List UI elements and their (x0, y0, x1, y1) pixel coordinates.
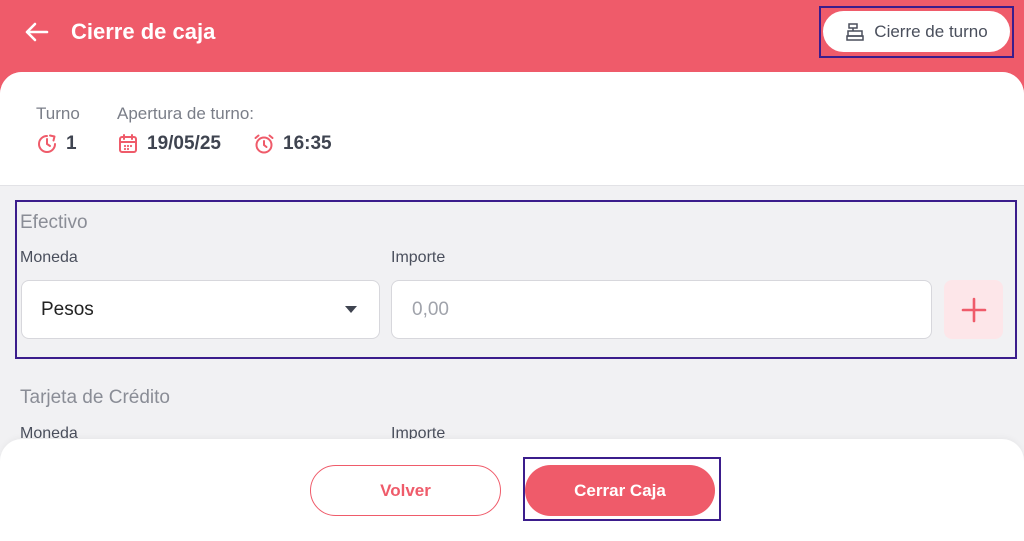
efectivo-currency-label: Moneda (20, 249, 78, 266)
cash-register-icon (846, 22, 865, 41)
clock-icon (38, 134, 56, 153)
plus-icon (961, 297, 986, 322)
apertura-date: 19/05/25 (117, 133, 221, 155)
volver-button[interactable]: Volver (310, 465, 501, 516)
turno-label: Turno (36, 104, 80, 123)
page-title: Cierre de caja (71, 19, 216, 44)
apertura-date-text: 19/05/25 (147, 133, 221, 154)
turno-number: 1 (66, 133, 77, 154)
tarjeta-title: Tarjeta de Crédito (20, 387, 170, 408)
apertura-label: Apertura de turno: (117, 104, 255, 123)
arrow-left-icon (25, 22, 49, 42)
footer-bar (0, 439, 1024, 541)
currency-select-value: Pesos (41, 298, 94, 320)
efectivo-amount-label: Importe (391, 249, 446, 266)
efectivo-title: Efectivo (20, 212, 88, 233)
apertura-time-text: 16:35 (283, 133, 332, 154)
calendar-icon (119, 134, 137, 153)
caret-down-icon (345, 306, 357, 313)
turno-value: 1 (36, 133, 77, 155)
apertura-time: 16:35 (253, 133, 332, 155)
shift-close-label: Cierre de turno (874, 21, 988, 41)
currency-select[interactable]: Pesos (21, 280, 380, 339)
amount-input[interactable] (391, 280, 932, 339)
shift-close-button[interactable]: Cierre de turno (823, 11, 1010, 52)
cerrar-caja-button[interactable]: Cerrar Caja (525, 465, 715, 516)
alarm-clock-icon (254, 134, 274, 154)
back-button[interactable] (20, 18, 52, 46)
add-amount-button[interactable] (944, 280, 1003, 339)
shift-info-card: Turno Apertura de turno: 1 19/05/25 16:3… (0, 72, 1024, 186)
